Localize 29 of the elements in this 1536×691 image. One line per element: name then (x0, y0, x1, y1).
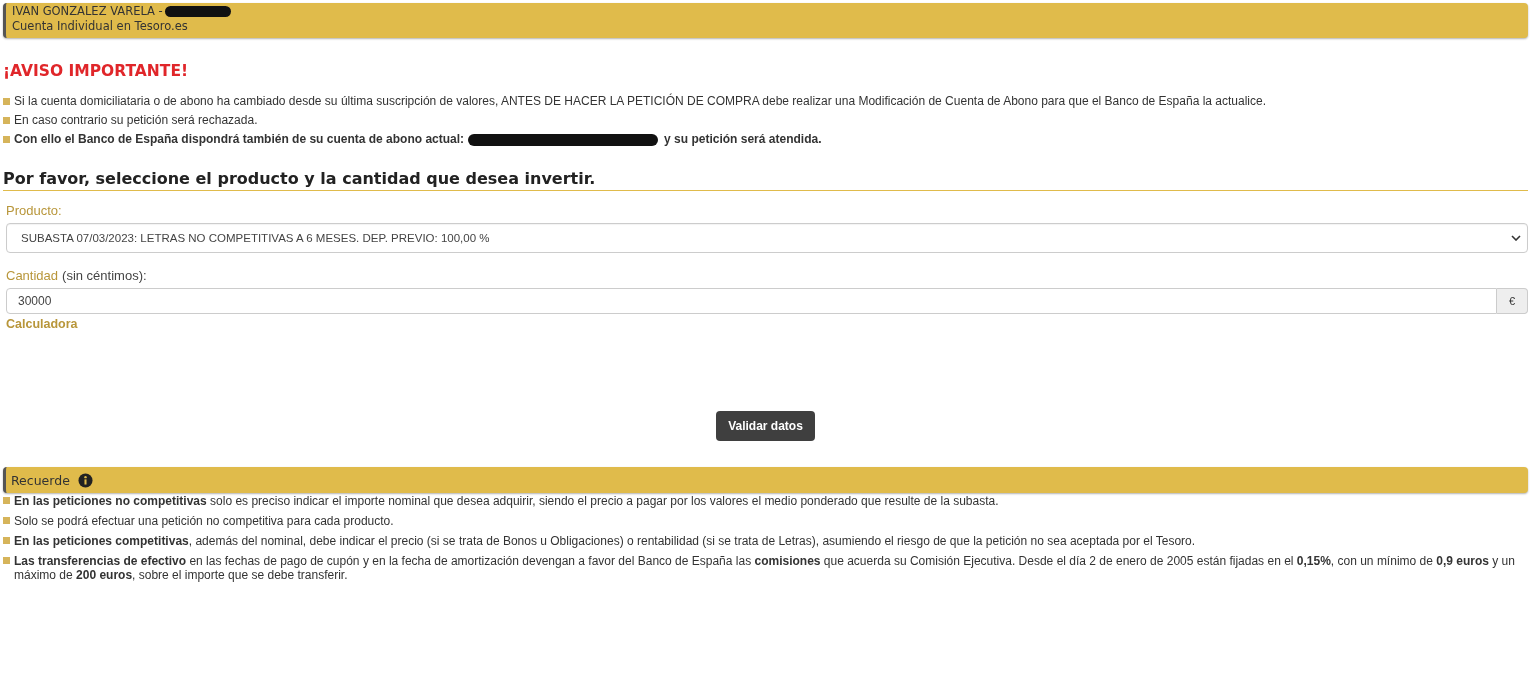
bullet-icon (3, 537, 10, 544)
info-icon (77, 472, 93, 488)
reminder-text: Las transferencias de efectivo en las fechas de pago de cupón y en la fecha de amortización devengan a favor del Banco de España las comisiones que acuerda su Comisión Ejecutiva. Desde el día 2 de enero de 2005 están fijadas en el 0,15%, con un mínimo de 0,9 euros y un máximo de 200 euros, sobre el importe que se debe transferir. (14, 554, 1516, 582)
bullet-icon (3, 497, 10, 504)
reminder-text: En las peticiones competitivas, además del nominal, debe indicar el precio (si se trata de Bonos u Obligaciones) o rentabilidad (si se trata de Letras), asumiendo el riesgo de que la petición no sea aceptada por el Tesoro. (14, 534, 1196, 548)
bullet-icon (3, 98, 10, 105)
notice-title: ¡AVISO IMPORTANTE! (3, 62, 190, 80)
product-select[interactable]: SUBASTA 07/03/2023: LETRAS NO COMPETITIVAS A 6 MESES. DEP. PREVIO: 100,00 % (6, 223, 1528, 253)
quantity-input[interactable]: 30000 (6, 288, 1497, 314)
bullet-icon (3, 557, 10, 564)
reminder-text: En las peticiones no competitivas solo es preciso indicar el importe nominal que desea adquirir, siendo el precio a pagar por los valores el medio ponderado que resulte de la subasta. (14, 494, 999, 508)
account-holder-name: IVAN GONZALEZ VARELA - (12, 4, 163, 19)
field-label: Producto: (6, 203, 63, 218)
notice-text: Con ello el Banco de España dispondrá también de su cuenta de abono actual: (14, 131, 465, 148)
notice-text: En caso contrario su petición será rechazada. (14, 112, 258, 129)
field-note: (sin céntimos): (62, 268, 147, 283)
currency-addon: € (1497, 288, 1528, 314)
chevron-down-icon (1511, 235, 1521, 241)
notice-text: y su petición será atendida. (664, 131, 822, 148)
form-heading: Por favor, seleccione el producto y la cantidad que desea invertir. (3, 169, 1528, 191)
notice-text: Si la cuenta domiciliataria o de abono ha cambiado desde su última suscripción de valores, ANTES DE HACER LA PETICIÓN DE COMPRA debe realizar una Modificación de Cuenta de Abono para que el Banco de España la actualice. (14, 92, 1267, 110)
bullet-icon (3, 136, 10, 143)
field-label: Cantidad (6, 268, 59, 283)
reminder-text: Solo se podrá efectuar una petición no competitiva para cada producto. (14, 514, 394, 528)
bullet-icon (3, 517, 10, 524)
account-type: Cuenta Individual en Tesoro.es (12, 19, 189, 34)
bullet-icon (3, 117, 10, 124)
validate-button[interactable]: Validar datos (716, 411, 815, 441)
reminder-title: Recuerde (11, 472, 70, 488)
